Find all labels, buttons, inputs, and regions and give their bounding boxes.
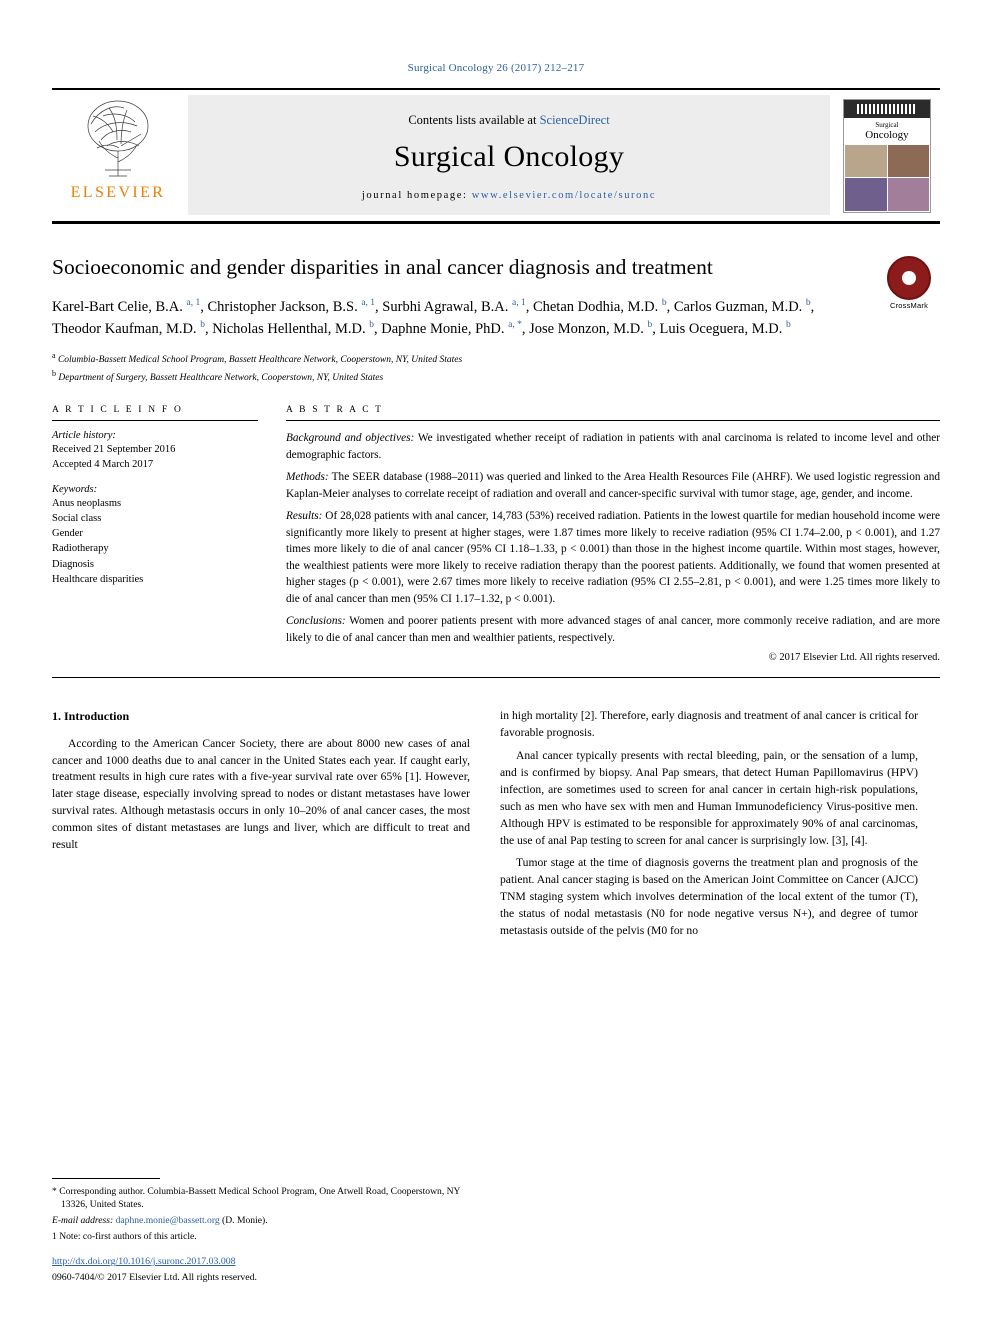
cover-image-cell xyxy=(845,145,887,178)
publisher-logo: ELSEVIER xyxy=(52,90,184,221)
article-history-received: Received 21 September 2016 xyxy=(52,444,176,456)
cover-image-cell xyxy=(887,178,929,211)
body-column-left: 1. Introduction According to the America… xyxy=(52,708,470,946)
journal-masthead: ELSEVIER Contents lists available at Sci… xyxy=(52,88,940,224)
journal-homepage-line: journal homepage: www.elsevier.com/locat… xyxy=(362,190,656,201)
contents-available-line: Contents lists available at ScienceDirec… xyxy=(408,113,609,128)
keyword-item: Diagnosis xyxy=(52,558,94,570)
body-paragraph: in high mortality [2]. Therefore, early … xyxy=(500,709,918,739)
article-history-label: Article history: xyxy=(52,430,116,442)
cover-barcode-band xyxy=(844,99,930,118)
keywords-list: Anus neoplasms Social class Gender Radio… xyxy=(52,496,258,587)
article-history-accepted: Accepted 4 March 2017 xyxy=(52,459,154,471)
abstract-paragraph: Background and objectives: We investigat… xyxy=(286,430,940,463)
keywords-label: Keywords: xyxy=(52,483,98,495)
abstract-paragraph: Results: Of 28,028 patients with anal ca… xyxy=(286,508,940,607)
masthead-center: Contents lists available at ScienceDirec… xyxy=(188,95,830,215)
keyword-item: Social class xyxy=(52,512,102,524)
info-abstract-section: A R T I C L E I N F O Article history: R… xyxy=(52,405,940,663)
abstract-body: Background and objectives: We investigat… xyxy=(286,430,940,646)
footnote-cofirst-note: 1 Note: co-first authors of this article… xyxy=(52,1230,197,1242)
affiliation-text-a: Columbia-Bassett Medical School Program,… xyxy=(57,355,463,366)
keyword-item: Anus neoplasms xyxy=(52,497,122,509)
body-column-right: in high mortality [2]. Therefore, early … xyxy=(500,708,918,946)
abstract-text: Women and poorer patients present with m… xyxy=(286,615,940,644)
elsevier-wordmark: ELSEVIER xyxy=(70,184,166,201)
cover-image-cell xyxy=(887,145,929,178)
affiliation-item: b Department of Surgery, Bassett Healthc… xyxy=(52,368,384,384)
body-paragraph: Tumor stage at the time of diagnosis gov… xyxy=(500,856,918,938)
section-divider xyxy=(52,677,940,679)
page-title: Socioeconomic and gender disparities in … xyxy=(52,255,713,279)
crossmark-icon xyxy=(887,256,931,300)
cover-big-title: Oncology xyxy=(865,128,909,141)
body-columns: 1. Introduction According to the America… xyxy=(52,708,940,946)
abstract-column: A B S T R A C T Background and objective… xyxy=(286,405,940,663)
barcode-icon xyxy=(857,103,917,114)
journal-cover-thumbnail: Surgical Oncology xyxy=(843,98,931,213)
cover-image-grid xyxy=(844,144,930,211)
article-info-heading: A R T I C L E I N F O xyxy=(52,405,258,422)
keyword-item: Gender xyxy=(52,528,83,540)
cover-small-title: Surgical xyxy=(875,120,899,129)
keyword-item: Healthcare disparities xyxy=(52,573,144,585)
issn-copyright-line: 0960-7404/© 2017 Elsevier Ltd. All right… xyxy=(52,1272,257,1284)
cover-title-text: Surgical Oncology xyxy=(844,118,930,142)
doi-link[interactable]: http://dx.doi.org/10.1016/j.suronc.2017.… xyxy=(52,1255,470,1269)
email-suffix: (D. Monie). xyxy=(219,1214,268,1226)
abstract-paragraph: Methods: The SEER database (1988–2011) w… xyxy=(286,469,940,502)
journal-title: Surgical Oncology xyxy=(393,140,625,173)
body-paragraph: Anal cancer typically presents with rect… xyxy=(500,748,918,847)
affiliation-list: a Columbia-Bassett Medical School Progra… xyxy=(52,350,940,385)
contents-prefix: Contents lists available at xyxy=(408,113,540,127)
abstract-paragraph: Conclusions: Women and poorer patients p… xyxy=(286,613,940,646)
email-link[interactable]: daphne.monie@bassett.org xyxy=(116,1215,220,1226)
title-block: Socioeconomic and gender disparities in … xyxy=(52,254,940,310)
crossmark-label: CrossMark xyxy=(889,301,929,310)
footnotes: * Corresponding author. Columbia-Bassett… xyxy=(52,1177,470,1285)
body-paragraph: According to the American Cancer Society… xyxy=(52,736,470,852)
article-info-column: A R T I C L E I N F O Article history: R… xyxy=(52,405,258,663)
affiliation-text-b: Department of Surgery, Bassett Healthcar… xyxy=(58,373,384,384)
footnote-email: E-mail address: daphne.monie@bassett.org… xyxy=(52,1214,470,1228)
crossmark-badge[interactable]: CrossMark xyxy=(878,256,940,310)
introduction-heading: 1. Introduction xyxy=(52,709,130,724)
sciencedirect-link[interactable]: ScienceDirect xyxy=(540,113,610,127)
email-address-label: E-mail address: xyxy=(52,1214,116,1226)
abstract-lead: Methods: xyxy=(286,471,329,484)
paper-page: Surgical Oncology 26 (2017) 212–217 ELSE… xyxy=(0,0,992,1323)
abstract-lead: Results: xyxy=(286,510,323,523)
keyword-item: Radiotherapy xyxy=(52,543,109,555)
abstract-text: The SEER database (1988–2011) was querie… xyxy=(286,471,940,500)
masthead-right: Surgical Oncology xyxy=(834,90,940,221)
affiliation-item: a Columbia-Bassett Medical School Progra… xyxy=(52,351,463,366)
abstract-heading: A B S T R A C T xyxy=(286,405,940,422)
homepage-prefix: journal homepage: xyxy=(361,190,472,201)
author-list: Karel-Bart Celie, B.A. a, 1, Christopher… xyxy=(52,297,815,337)
abstract-lead: Conclusions: xyxy=(286,615,346,628)
abstract-copyright: © 2017 Elsevier Ltd. All rights reserved… xyxy=(768,652,940,664)
abstract-text: Of 28,028 patients with anal cancer, 14,… xyxy=(286,510,940,605)
running-head: Surgical Oncology 26 (2017) 212–217 xyxy=(407,62,585,74)
homepage-url-link[interactable]: www.elsevier.com/locate/suronc xyxy=(472,190,656,201)
abstract-lead: Background and objectives: xyxy=(286,432,415,445)
footnote-rule xyxy=(52,1177,160,1179)
elsevier-tree-icon xyxy=(87,100,149,177)
footnote-corresponding-author: * Corresponding author. Columbia-Bassett… xyxy=(52,1185,461,1211)
cover-image-cell xyxy=(845,178,887,211)
